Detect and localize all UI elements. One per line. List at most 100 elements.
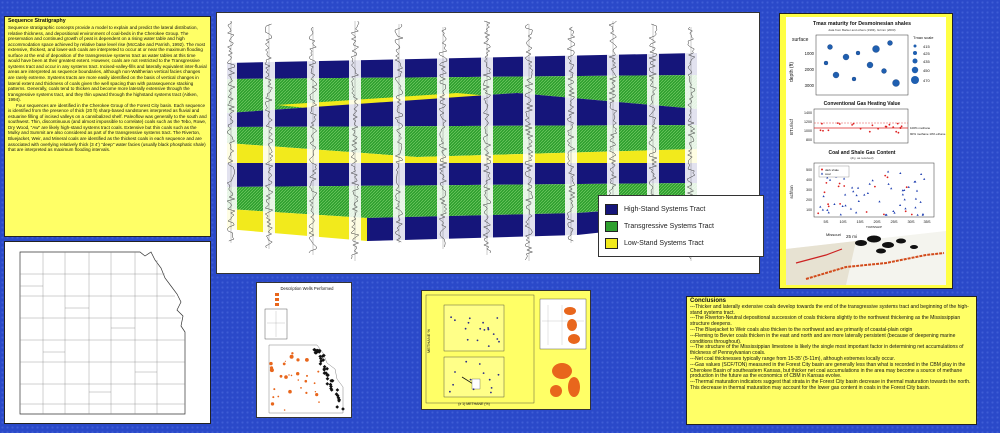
methane-inset-box <box>471 378 481 390</box>
highstand-band-lower <box>227 163 697 187</box>
gascontent-shale-point <box>884 174 887 177</box>
legend-lowstand-swatch <box>605 238 618 249</box>
heating-point <box>852 122 855 125</box>
tmax-scale-dot-435 <box>912 58 918 64</box>
well-field-point <box>305 358 309 362</box>
well-field-point <box>296 358 300 362</box>
methane-point-upper <box>487 345 490 347</box>
legend-highstand: High-Stand Systems Tract <box>605 203 705 216</box>
tmax-point <box>872 45 880 53</box>
well-field-point <box>273 388 276 391</box>
tmax-point <box>842 53 850 61</box>
methane-point-lower <box>452 383 454 386</box>
gascontent-shale-point <box>883 213 885 216</box>
well-field-point <box>313 382 316 385</box>
methane-plot-lower <box>443 356 505 398</box>
gascontent-chart-ylabel: scf/ton <box>789 185 794 199</box>
heating-point <box>895 130 898 133</box>
well-field-point <box>290 374 293 377</box>
methane-point-lower <box>454 371 456 373</box>
methane-point-upper <box>483 329 486 331</box>
well-point <box>341 407 345 411</box>
methane-point-upper <box>492 333 495 335</box>
heating-point <box>888 123 891 126</box>
well-field-point <box>284 360 286 362</box>
methane-point-upper <box>479 327 482 330</box>
heating-chart-title: Conventional Gas Heating Value <box>824 101 901 107</box>
well-field-point <box>315 393 319 397</box>
methane-point-upper <box>468 317 471 320</box>
heating-note-ethane: 90% methane 10% ethane <box>910 132 946 136</box>
heating-point <box>838 123 841 125</box>
tmax-point <box>881 68 887 74</box>
heating-point <box>859 127 862 130</box>
well-field-point <box>279 374 283 378</box>
heating-ytick-1000: 1000 <box>804 129 812 133</box>
systems-tract-legend: High-Stand Systems Tract Transgressive S… <box>598 195 764 257</box>
legend-lowstand-label: Low-Stand Systems Tract <box>624 240 704 247</box>
well-field-point <box>283 409 286 411</box>
well-field-point <box>277 395 280 398</box>
gascontent-xtick-35s: 35S <box>923 219 930 224</box>
gascontent-shale-point <box>823 191 826 194</box>
heating-point <box>868 130 871 133</box>
tmax-ytick-1000: 1000 <box>805 51 815 56</box>
legend-transgressive: Transgressive Systems Tract <box>605 220 714 233</box>
tmax-scale-dot-415 <box>913 44 917 48</box>
methane-point-upper <box>454 319 456 322</box>
methane-point-upper <box>482 321 484 324</box>
heating-point <box>822 129 824 132</box>
gascontent-shale-point <box>827 205 830 208</box>
methane-point-upper <box>496 317 499 319</box>
methane-point-upper <box>467 321 470 324</box>
well-field-point <box>289 354 294 359</box>
well-field-point <box>317 370 320 373</box>
heating-point <box>877 127 879 130</box>
heating-point <box>896 122 899 125</box>
heating-point <box>897 131 900 134</box>
tmax-point <box>823 60 829 66</box>
methane-point-upper <box>464 327 467 330</box>
methane-point-lower <box>465 360 468 363</box>
well-field-point <box>291 352 294 355</box>
well-field-point <box>300 387 302 389</box>
highstand-band-upper <box>227 53 697 79</box>
heating-point <box>851 124 853 126</box>
gascontent-ytick-500: 500 <box>806 168 812 172</box>
heating-point <box>871 124 874 127</box>
tmax-point <box>892 79 900 87</box>
legend-transgressive-swatch <box>605 221 618 232</box>
well-point <box>325 376 330 381</box>
methane-point-lower <box>488 378 491 381</box>
methane-point-upper <box>476 339 479 342</box>
tmax-scale-425: 425 <box>923 51 930 56</box>
legend-highstand-swatch <box>605 204 618 215</box>
methane-point-upper <box>487 328 490 331</box>
heating-ytick-1400: 1400 <box>804 111 812 115</box>
tmax-scale-435: 435 <box>923 59 930 64</box>
conclusion-item: ---Gas values (SCF/TON) measured in the … <box>690 361 966 380</box>
heating-point <box>821 122 823 125</box>
county-map-drawing <box>19 251 186 415</box>
gascontent-ytick-100: 100 <box>806 208 812 212</box>
tmax-ytick-3000: 3000 <box>805 83 815 88</box>
wells-map-points <box>269 347 345 411</box>
gascontent-shale-point <box>838 182 841 185</box>
gascontent-shale-point <box>839 203 841 205</box>
gascontent-xtick-20s: 20S <box>873 219 880 224</box>
wells-map-legend-swatches <box>275 293 279 306</box>
heating-point <box>900 125 903 128</box>
tmax-chart-ylabel: depth (ft) <box>789 62 795 82</box>
heating-point <box>892 126 895 128</box>
tmax-point <box>855 50 861 56</box>
gascontent-xtick-25s: 25S <box>890 219 897 224</box>
methane-ylabel: METHANE % <box>426 328 431 353</box>
conclusions-panel: Conclusions ---Thicker and laterally ext… <box>686 296 977 425</box>
heating-chart-area <box>813 108 909 144</box>
gascontent-xtick-5s: 5S <box>824 219 829 224</box>
methane-xlabel: (x 1) METHANE (%) <box>458 402 490 406</box>
well-field-point <box>282 362 286 366</box>
methane-point-lower <box>482 372 485 374</box>
well-field-point <box>318 401 320 403</box>
gascontent-shale-point <box>825 182 828 184</box>
